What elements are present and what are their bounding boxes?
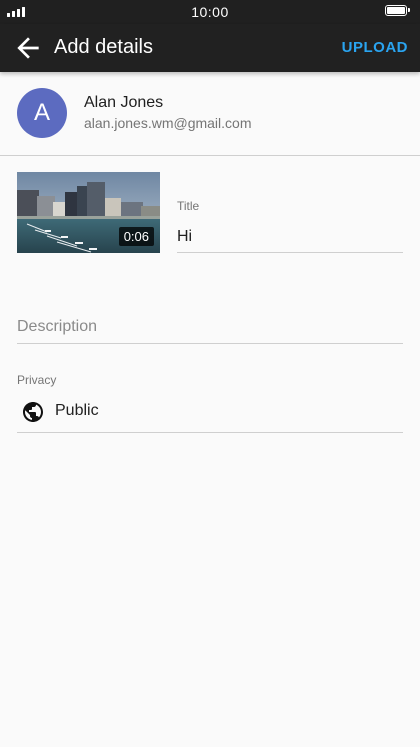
back-button[interactable] bbox=[12, 32, 44, 64]
video-thumbnail: 0:06 bbox=[17, 172, 160, 253]
account-name: Alan Jones bbox=[84, 94, 164, 111]
privacy-value: Public bbox=[55, 402, 99, 419]
arrow-back-icon bbox=[17, 37, 39, 59]
description-input[interactable] bbox=[17, 310, 403, 344]
battery-icon bbox=[385, 5, 410, 16]
video-duration: 0:06 bbox=[118, 227, 154, 246]
account-email: alan.jones.wm@gmail.com bbox=[84, 115, 252, 131]
title-label: Title bbox=[177, 199, 200, 213]
avatar: A bbox=[17, 88, 67, 138]
battery-level bbox=[387, 7, 405, 14]
account-header: A Alan Jones alan.jones.wm@gmail.com bbox=[0, 72, 420, 155]
globe-icon bbox=[23, 402, 43, 422]
page-title: Add details bbox=[54, 36, 153, 58]
title-input[interactable] bbox=[177, 222, 403, 253]
divider bbox=[0, 155, 420, 156]
privacy-label: Privacy bbox=[17, 373, 57, 387]
upload-button[interactable]: UPLOAD bbox=[342, 39, 408, 56]
status-time: 10:00 bbox=[191, 4, 229, 20]
app-bar: Add details UPLOAD bbox=[0, 24, 420, 72]
privacy-select[interactable]: Public bbox=[17, 393, 403, 433]
status-bar: 10:00 bbox=[0, 0, 420, 24]
